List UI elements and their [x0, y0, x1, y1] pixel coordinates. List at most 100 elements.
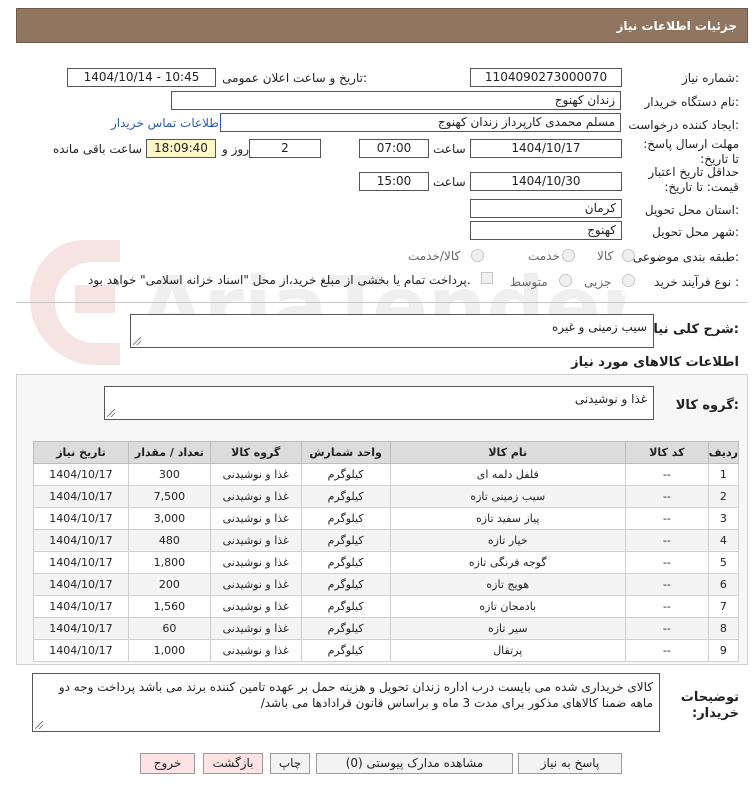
cell-group: غذا و نوشیدنی	[209, 507, 302, 530]
exit-button[interactable]: خروج	[140, 753, 195, 774]
description-text: سیب زمینی و غیره	[552, 320, 647, 334]
cell-unit: کیلوگرم	[300, 617, 391, 640]
cell-name: بادمجان تازه	[389, 595, 626, 618]
days-label: روز و	[222, 142, 249, 156]
category-radio-goods-service[interactable]	[471, 249, 484, 262]
cell-row-number: 9	[707, 639, 740, 662]
cell-quantity: 1,800	[127, 551, 211, 574]
cell-name: فلفل دلمه ای	[389, 463, 626, 486]
cell-row-number: 5	[707, 551, 740, 574]
table-row: 5 -- گوجه فرنگی تازه کیلوگرم غذا و نوشیدنی 1,…	[33, 551, 740, 574]
process-label: نوع فرآیند خرید :	[654, 275, 739, 289]
cell-row-number: 3	[707, 507, 740, 530]
payment-treasury-checkbox[interactable]	[481, 272, 493, 284]
cell-unit: کیلوگرم	[300, 639, 391, 662]
buyer-org-label: نام دستگاه خریدار:	[644, 95, 740, 109]
cell-date: 1404/10/17	[33, 463, 129, 486]
resize-grip-icon[interactable]	[107, 409, 115, 417]
cell-quantity: 300	[127, 463, 211, 486]
announce-field: 1404/10/14 - 10:45	[67, 68, 216, 87]
col-header-unit: واحد شمارش	[300, 441, 391, 464]
cell-row-number: 4	[707, 529, 740, 552]
days-remaining-field: 2	[249, 139, 321, 158]
deadline-label: مهلت ارسال پاسخ: تا تاریخ:	[643, 137, 739, 166]
cell-code: --	[624, 639, 709, 662]
buyer-notes-label: توضیحات خریدار:	[680, 690, 739, 721]
cell-code: --	[624, 463, 709, 486]
goods-group-label: گروه کالا:	[675, 398, 739, 413]
table-row: 1 -- فلفل دلمه ای کیلوگرم غذا و نوشیدنی 300 14…	[33, 463, 740, 486]
cell-date: 1404/10/17	[33, 639, 129, 662]
validity-time-label: ساعت	[433, 175, 466, 189]
cell-group: غذا و نوشیدنی	[209, 551, 302, 574]
cell-unit: کیلوگرم	[300, 507, 391, 530]
cell-date: 1404/10/17	[33, 573, 129, 596]
cell-group: غذا و نوشیدنی	[209, 529, 302, 552]
cell-row-number: 8	[707, 617, 740, 640]
validity-date-field: 1404/10/30	[470, 172, 622, 191]
description-label: شرح کلی نیاز:	[645, 322, 739, 337]
creator-field: مسلم محمدی کارپرداز زندان کهنوج	[220, 113, 621, 132]
category-radio-service[interactable]	[562, 249, 575, 262]
buyer-org-field: زندان کهنوج	[171, 91, 621, 110]
cell-code: --	[624, 595, 709, 618]
cell-unit: کیلوگرم	[300, 595, 391, 618]
cell-date: 1404/10/17	[33, 507, 129, 530]
category-label: طبقه بندی موضوعی:	[632, 250, 739, 264]
resize-grip-icon[interactable]	[35, 721, 43, 729]
process-radio-minor[interactable]	[622, 274, 635, 287]
table-row: 4 -- خیار تازه کیلوگرم غذا و نوشیدنی 480 1404/…	[33, 529, 740, 552]
category-option-goods-service: کالا/خدمت	[408, 249, 461, 263]
goods-group-text: غذا و نوشیدنی	[574, 392, 647, 406]
col-header-date: تاریخ نیاز	[33, 441, 129, 464]
back-button[interactable]: بازگشت	[203, 753, 263, 774]
cell-quantity: 60	[127, 617, 211, 640]
items-table: ردیف کد کالا نام کالا واحد شمارش گروه کا…	[33, 441, 740, 662]
watermark: AriaTender.net	[30, 240, 625, 365]
view-attachments-button[interactable]: مشاهده مدارک پیوستی (0)	[316, 753, 513, 774]
cell-name: سیب زمینی تازه	[389, 485, 626, 508]
validity-time-field: 15:00	[359, 172, 429, 191]
header-bar: جزئیات اطلاعات نیاز	[16, 8, 748, 43]
cell-quantity: 1,560	[127, 595, 211, 618]
table-row: 9 -- پرتقال کیلوگرم غذا و نوشیدنی 1,000 1404/1…	[33, 639, 740, 662]
cell-name: خیار تازه	[389, 529, 626, 552]
buyer-contact-link[interactable]: اطلاعات تماس خریدار	[111, 116, 222, 130]
items-table-wrap: ردیف کد کالا نام کالا واحد شمارش گروه کا…	[33, 441, 740, 662]
category-option-goods: کالا	[597, 249, 614, 263]
cell-code: --	[624, 485, 709, 508]
need-number-label: شماره نیاز:	[681, 71, 739, 85]
buyer-notes-text: کالای خریداری شده می بایست درب اداره زند…	[58, 680, 653, 710]
province-field: کرمان	[470, 199, 622, 218]
divider	[16, 302, 748, 303]
announce-label: تاریخ و ساعت اعلان عمومی:	[222, 71, 367, 85]
province-label: استان محل تحویل:	[644, 203, 739, 217]
cell-quantity: 480	[127, 529, 211, 552]
cell-unit: کیلوگرم	[300, 529, 391, 552]
cell-code: --	[624, 529, 709, 552]
items-table-body: 1 -- فلفل دلمه ای کیلوگرم غذا و نوشیدنی 300 14…	[33, 463, 740, 662]
cell-group: غذا و نوشیدنی	[209, 617, 302, 640]
process-radio-medium[interactable]	[559, 274, 572, 287]
deadline-time-field: 07:00	[359, 139, 429, 158]
city-label: شهر محل تحویل:	[652, 225, 739, 239]
print-button[interactable]: چاپ	[270, 753, 310, 774]
city-field: کهنوج	[470, 221, 622, 240]
payment-note: پرداخت تمام یا بخشی از مبلغ خرید،از محل …	[88, 273, 471, 287]
table-row: 2 -- سیب زمینی تازه کیلوگرم غذا و نوشیدنی 7,5…	[33, 485, 740, 508]
col-header-name: نام کالا	[389, 441, 626, 464]
need-number-field: 1104090273000070	[470, 68, 622, 87]
page-title: جزئیات اطلاعات نیاز	[616, 19, 737, 33]
reply-button[interactable]: پاسخ به نیاز	[518, 753, 622, 774]
resize-grip-icon[interactable]	[133, 337, 141, 345]
cell-unit: کیلوگرم	[300, 485, 391, 508]
table-row: 7 -- بادمجان تازه کیلوگرم غذا و نوشیدنی 1,560…	[33, 595, 740, 618]
category-radio-goods[interactable]	[622, 249, 635, 262]
cell-code: --	[624, 551, 709, 574]
validity-label: حداقل تاریخ اعتبار قیمت: تا تاریخ:	[648, 165, 739, 194]
deadline-date-field: 1404/10/17	[470, 139, 622, 158]
col-header-row-number: ردیف	[707, 441, 740, 464]
cell-date: 1404/10/17	[33, 617, 129, 640]
cell-group: غذا و نوشیدنی	[209, 463, 302, 486]
table-row: 3 -- پیاز سفید تازه کیلوگرم غذا و نوشیدنی 3,0…	[33, 507, 740, 530]
